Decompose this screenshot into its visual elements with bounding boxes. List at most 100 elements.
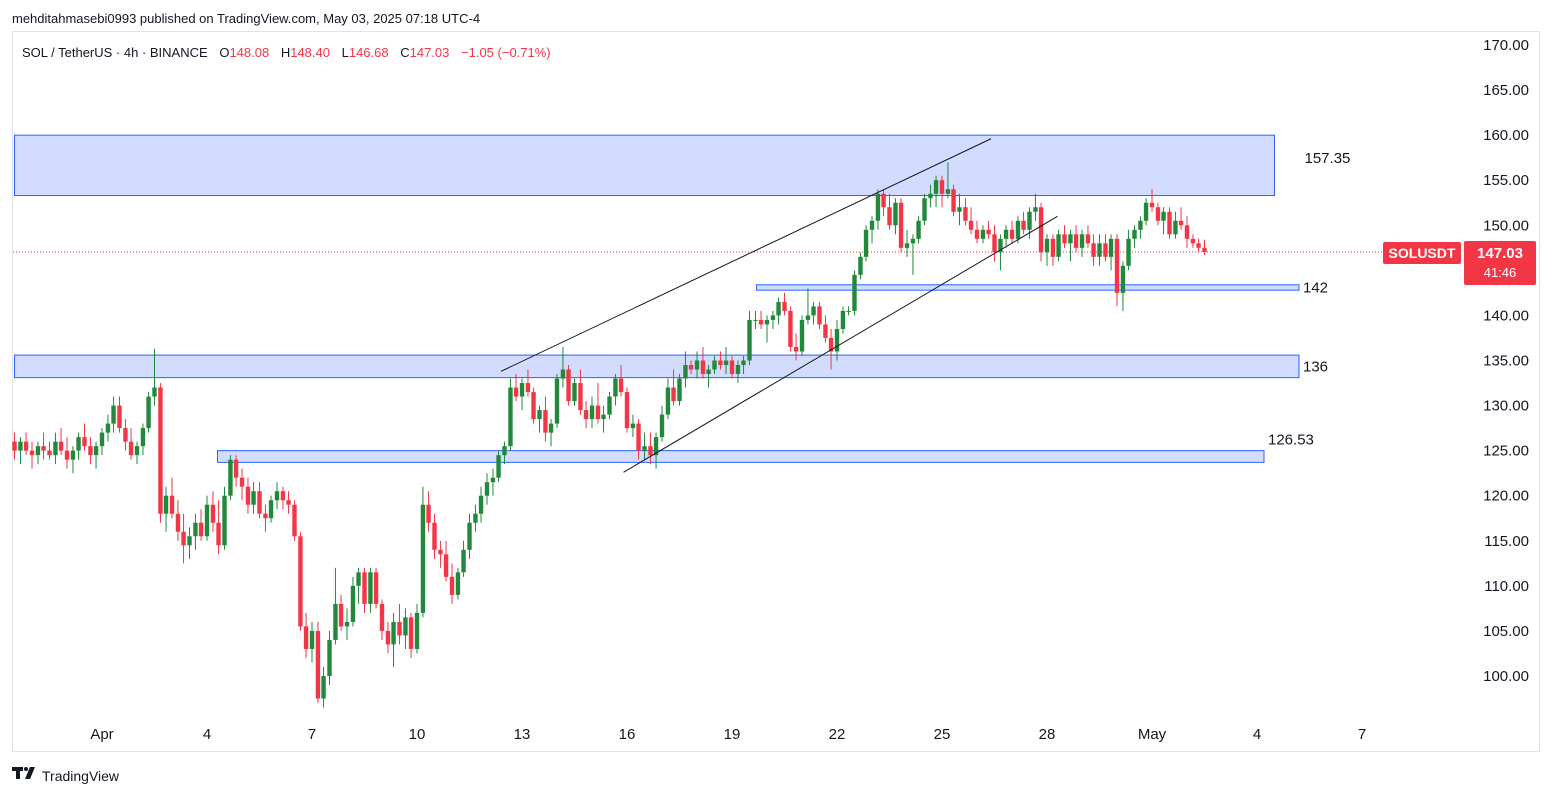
candle-body-63 (379, 603, 385, 631)
legend-symbol: SOL / TetherUS · 4h · BINANCE (22, 45, 208, 60)
candle-body-53 (321, 676, 326, 699)
candle-body-184 (1085, 234, 1091, 244)
candle-body-164 (968, 220, 974, 230)
candle-body-20 (128, 441, 134, 456)
candle-body-154 (910, 238, 916, 244)
candle-body-186 (1097, 243, 1102, 257)
candle-body-185 (1091, 243, 1096, 257)
candle-body-80 (478, 495, 484, 514)
candle-body-26 (163, 495, 169, 514)
tradingview-brand[interactable]: TradingView (12, 766, 119, 785)
candle-body-69 (414, 612, 420, 649)
candle-body-95 (566, 369, 571, 402)
candle-body-41 (251, 491, 256, 505)
candle-body-116 (688, 365, 694, 370)
candle-body-49 (298, 536, 303, 627)
low-label: L (341, 45, 349, 60)
candle-body-74 (443, 554, 449, 577)
candle-body-61 (368, 572, 373, 604)
y-tick-11: 115.00 (1484, 533, 1529, 550)
candle-body-84 (502, 446, 507, 456)
candle-body-19 (123, 428, 128, 442)
candle-body-24 (152, 387, 157, 397)
candle-body-40 (245, 486, 251, 505)
candle-body-142 (840, 310, 846, 329)
candle-body-99 (589, 405, 595, 420)
candle-body-94 (560, 369, 566, 379)
candle-body-198 (1167, 211, 1172, 235)
candle-body-68 (408, 617, 414, 649)
candle-body-71 (426, 504, 431, 523)
candle-body-46 (280, 491, 286, 501)
trendline-1 (623, 215, 1058, 473)
candle-body-177 (1044, 238, 1050, 253)
candle-body-193 (1138, 220, 1143, 230)
candle-body-25 (158, 387, 163, 514)
y-tick-8: 130.00 (1483, 398, 1529, 415)
x-tick-10: May (1138, 726, 1167, 743)
candle-body-16 (105, 423, 111, 433)
candle-body-175 (1033, 207, 1038, 212)
candle-body-138 (817, 306, 822, 325)
candle-body-201 (1184, 225, 1190, 239)
x-tick-5: 16 (619, 726, 636, 743)
candle-body-9 (64, 450, 70, 460)
candle-body-147 (869, 220, 875, 230)
candle-body-132 (782, 301, 787, 311)
candle-body-23 (146, 396, 151, 429)
x-tick-9: 28 (1039, 726, 1056, 743)
candle-body-2 (23, 441, 29, 451)
candle-body-32 (198, 522, 204, 537)
price-chart[interactable]: 157.35 142 136 126.53 170.00 165.00 160.00 155… (0, 0, 1554, 798)
candle-body-121 (718, 360, 723, 366)
candle-body-165 (974, 229, 980, 239)
candle-body-55 (333, 603, 338, 640)
candle-body-113 (671, 387, 676, 402)
candle-body-83 (496, 455, 501, 478)
x-tick-6: 19 (724, 726, 741, 743)
x-tick-0: Apr (90, 726, 113, 743)
candle-body-22 (140, 428, 146, 447)
candle-body-21 (134, 446, 140, 456)
candle-body-81 (484, 482, 490, 496)
candle-body-108 (642, 446, 647, 451)
candle-body-92 (548, 423, 554, 433)
candle-body-65 (391, 621, 396, 645)
y-tick-9: 125.00 (1483, 443, 1529, 460)
candle-body-115 (683, 365, 688, 379)
candle-body-33 (204, 504, 210, 537)
candle-body-166 (980, 229, 986, 239)
candle-body-56 (338, 603, 344, 627)
candle-body-8 (58, 441, 64, 451)
candle-body-157 (928, 193, 933, 199)
y-tick-3: 155.00 (1483, 172, 1529, 189)
candle-body-88 (525, 383, 531, 393)
candle-body-187 (1103, 243, 1108, 257)
candle-body-167 (986, 229, 991, 235)
candle-body-15 (99, 432, 105, 447)
candle-body-1 (18, 441, 23, 451)
candle-body-47 (286, 500, 291, 505)
zones: 157.35 142 136 126.53 (14, 134, 1351, 463)
candle-body-36 (222, 495, 227, 546)
zone-label-157.35: 157.35 (1305, 150, 1351, 167)
x-tick-12: 7 (1358, 726, 1366, 743)
candle-body-13 (88, 446, 93, 456)
candle-body-98 (583, 410, 589, 420)
candle-body-31 (193, 522, 198, 537)
close-value: 147.03 (409, 45, 450, 60)
candle-body-182 (1073, 234, 1079, 248)
x-tick-1: 4 (203, 726, 211, 743)
candle-body-44 (268, 500, 274, 519)
candle-body-203 (1196, 243, 1201, 248)
candle-body-196 (1155, 207, 1161, 221)
candle-body-111 (659, 414, 665, 438)
candle-body-180 (1062, 234, 1067, 244)
candle-body-179 (1056, 234, 1061, 257)
candle-body-148 (875, 193, 881, 221)
candle-body-70 (420, 504, 426, 613)
x-axis: Apr 4 7 10 13 16 19 22 25 28 May 4 7 (90, 726, 1366, 743)
candle-body-48 (292, 504, 297, 537)
candle-body-145 (858, 256, 863, 275)
candle-body-30 (187, 536, 192, 546)
